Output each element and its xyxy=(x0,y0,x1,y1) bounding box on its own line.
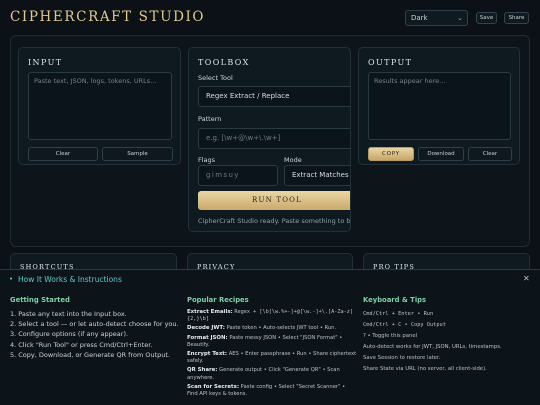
recipe-name: Encrypt Text: xyxy=(187,351,228,358)
top-bar: CIPHERCRAFT STUDIO Dark ⌄ Save Share xyxy=(0,0,540,36)
input-clear-button[interactable]: Clear xyxy=(28,147,98,161)
tip-item: ? • Toggle this panel xyxy=(363,333,418,339)
recipes-section: Popular Recipes Extract Emails: Regex + … xyxy=(187,296,357,400)
recipe-name: Scan for Secrets: xyxy=(187,383,240,390)
toolbox-panel: TOOLBOX Select Tool Regex Extract / Repl… xyxy=(188,47,351,232)
save-button[interactable]: Save xyxy=(476,12,497,24)
recipe-name: QR Share: xyxy=(187,367,218,374)
tip-item: Cmd/Ctrl + Enter • Run xyxy=(363,311,434,317)
recipe-item: Format JSON: Paste messy JSON • Select "… xyxy=(187,335,357,349)
flags-label: Flags xyxy=(198,156,216,164)
output-title: OUTPUT xyxy=(368,58,413,67)
app-title: CIPHERCRAFT STUDIO xyxy=(10,9,206,25)
recipes-heading: Popular Recipes xyxy=(187,296,249,304)
theme-select-value: Dark xyxy=(411,14,428,22)
how-it-works-header[interactable]: • How It Works & Instructions ✕ xyxy=(0,270,540,289)
getting-started-section: Getting Started 1. Paste any text into t… xyxy=(10,296,180,360)
input-textarea[interactable]: Paste text, JSON, logs, tokens, URLs... xyxy=(28,72,172,140)
run-tool-button[interactable]: RUN TOOL xyxy=(198,191,350,210)
recipe-item: Encrypt Text: AES • Enter passphrase • R… xyxy=(187,351,357,365)
bullet-icon: • xyxy=(9,275,14,283)
how-it-works-title: How It Works & Instructions xyxy=(18,275,122,284)
tips-heading: Keyboard & Tips xyxy=(363,296,427,304)
chevron-down-icon: ⌄ xyxy=(457,14,463,22)
mode-select[interactable]: Extract Matches xyxy=(284,165,350,186)
tool-select[interactable]: Regex Extract / Replace xyxy=(198,86,350,107)
sample-button[interactable]: Sample xyxy=(102,147,173,161)
flags-input[interactable]: gimsuy xyxy=(198,165,278,186)
recipe-item: Extract Emails: Regex + [\b[\w.%+-]+@[\w… xyxy=(187,309,357,323)
tip-item: Save Session to restore later. xyxy=(363,355,441,361)
getting-started-heading: Getting Started xyxy=(10,296,70,304)
pattern-input[interactable]: e.g. [\w+@\w+\.\w+] xyxy=(198,128,350,149)
output-panel: OUTPUT Results appear here... COPY Downl… xyxy=(358,47,520,165)
close-icon[interactable]: ✕ xyxy=(523,274,530,283)
step-item: 2. Select a tool — or let auto-detect ch… xyxy=(10,320,179,329)
tip-item: Cmd/Ctrl + C • Copy Output xyxy=(363,322,446,328)
output-clear-button[interactable]: Clear xyxy=(468,147,512,161)
recipe-name: Format JSON: xyxy=(187,334,228,341)
recipe-item: Scan for Secrets: Paste config • Select … xyxy=(187,384,357,398)
copy-button[interactable]: COPY xyxy=(368,147,414,161)
tip-item: Share State via URL (no server, all clie… xyxy=(363,366,487,372)
recipe-text: Paste token • Auto-selects JWT tool • Ru… xyxy=(226,325,337,332)
recipe-name: Extract Emails: xyxy=(187,309,233,315)
step-item: 3. Configure options (if any appear). xyxy=(10,330,129,339)
mode-label: Mode xyxy=(284,156,302,164)
tip-item: Auto-detect works for JWT, JSON, URLs, t… xyxy=(363,344,502,350)
download-button[interactable]: Download xyxy=(418,147,464,161)
how-it-works-panel: • How It Works & Instructions ✕ Getting … xyxy=(0,269,540,405)
select-tool-label: Select Tool xyxy=(198,74,233,82)
status-text: CipherCraft Studio ready. Paste somethin… xyxy=(198,217,351,225)
recipe-item: Decode JWT: Paste token • Auto-selects J… xyxy=(187,325,357,332)
recipe-name: Decode JWT: xyxy=(187,325,225,332)
pattern-label: Pattern xyxy=(198,115,222,123)
tips-section: Keyboard & Tips Cmd/Ctrl + Enter • Run C… xyxy=(363,296,533,375)
step-item: 1. Paste any text into the Input box. xyxy=(10,310,127,318)
recipe-item: QR Share: Generate output • Click "Gener… xyxy=(187,367,357,381)
theme-select[interactable]: Dark ⌄ xyxy=(405,10,468,26)
output-textarea[interactable]: Results appear here... xyxy=(368,72,511,140)
step-item: 5. Copy, Download, or Generate QR from O… xyxy=(10,350,171,359)
toolbox-title: TOOLBOX xyxy=(198,58,250,67)
share-button[interactable]: Share xyxy=(504,12,529,24)
step-item: 4. Click "Run Tool" or press Cmd/Ctrl+En… xyxy=(10,340,153,349)
input-title: INPUT xyxy=(28,58,63,67)
input-panel: INPUT Paste text, JSON, logs, tokens, UR… xyxy=(18,47,181,165)
